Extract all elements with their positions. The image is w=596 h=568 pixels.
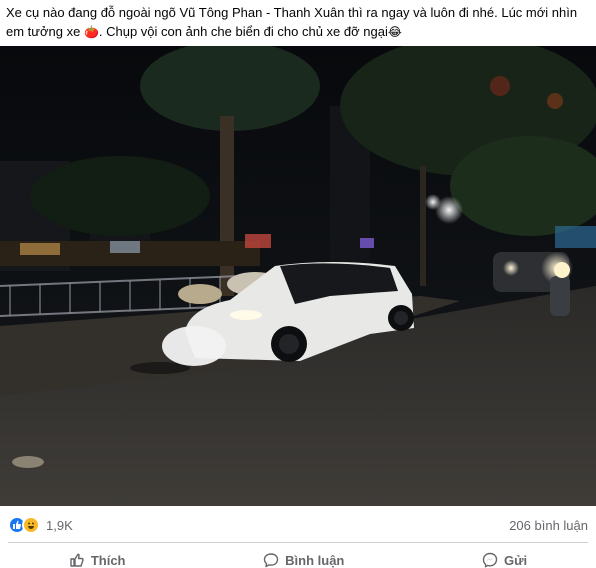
reaction-count: 1,9K xyxy=(46,517,73,533)
caption-text-2: . Chụp vội con ảnh che biển đi cho chủ x… xyxy=(98,24,388,39)
comment-count[interactable]: 206 bình luận xyxy=(509,518,588,533)
post-caption: Xe cụ nào đang đỗ ngoài ngõ Vũ Tông Phan… xyxy=(6,0,590,44)
comment-button[interactable]: Bình luận xyxy=(247,548,360,568)
divider xyxy=(8,542,588,543)
comment-label: Bình luận xyxy=(285,552,345,568)
tomato-emoji: 🍅 xyxy=(83,25,99,39)
post-photo[interactable] xyxy=(0,46,596,506)
thumbs-up-icon xyxy=(70,553,84,567)
laughing-emoji: 😂 xyxy=(387,25,402,39)
haha-icon xyxy=(22,516,40,534)
like-label: Thích xyxy=(90,552,126,568)
send-button[interactable]: Gửi xyxy=(466,548,543,568)
reaction-summary[interactable]: 1,9K xyxy=(8,516,73,534)
like-button[interactable]: Thích xyxy=(53,548,142,568)
reaction-bar: 1,9K 206 bình luận xyxy=(0,510,596,540)
action-bar: Thích Bình luận Gửi xyxy=(0,548,596,568)
send-label: Gửi xyxy=(504,552,528,568)
night-street-car-photo xyxy=(0,46,596,506)
messenger-icon xyxy=(482,552,498,568)
comment-icon xyxy=(263,553,279,568)
